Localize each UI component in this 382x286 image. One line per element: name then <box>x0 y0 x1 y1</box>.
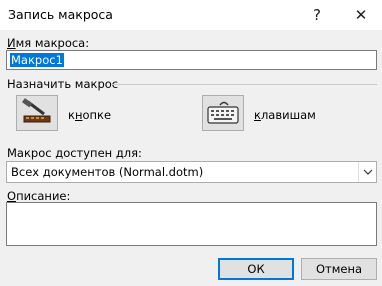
window-title: Запись макроса <box>8 7 113 22</box>
store-macro-select[interactable]: Всех документов (Normal.dotm) <box>6 161 377 183</box>
assign-to-keyboard-button[interactable] <box>202 95 244 131</box>
store-macro-label: Макрос доступен для: <box>7 146 142 160</box>
dropdown-button[interactable] <box>358 162 376 182</box>
keyboard-icon <box>207 101 239 124</box>
description-label: Описание: <box>7 189 71 203</box>
ok-button[interactable]: ОК <box>218 258 294 280</box>
description-textarea[interactable] <box>6 202 377 246</box>
assign-keyboard-label: клавишам <box>254 108 316 122</box>
macro-name-value: Макрос1 <box>10 53 64 67</box>
macro-name-input[interactable]: Макрос1 <box>6 50 377 70</box>
assign-button-label: кнопке <box>68 108 112 122</box>
hammer-icon <box>22 98 51 123</box>
macro-name-label: Имя макроса: <box>7 36 90 50</box>
help-button[interactable]: ? <box>300 2 334 28</box>
assign-group-label: Назначить макрос <box>7 77 119 91</box>
group-divider <box>112 84 377 85</box>
assign-to-button-button[interactable] <box>16 95 58 131</box>
close-button[interactable]: ✕ <box>344 2 378 28</box>
store-macro-value: Всех документов (Normal.dotm) <box>11 165 204 179</box>
chevron-down-icon <box>363 169 372 175</box>
cancel-button[interactable]: Отмена <box>301 258 377 280</box>
